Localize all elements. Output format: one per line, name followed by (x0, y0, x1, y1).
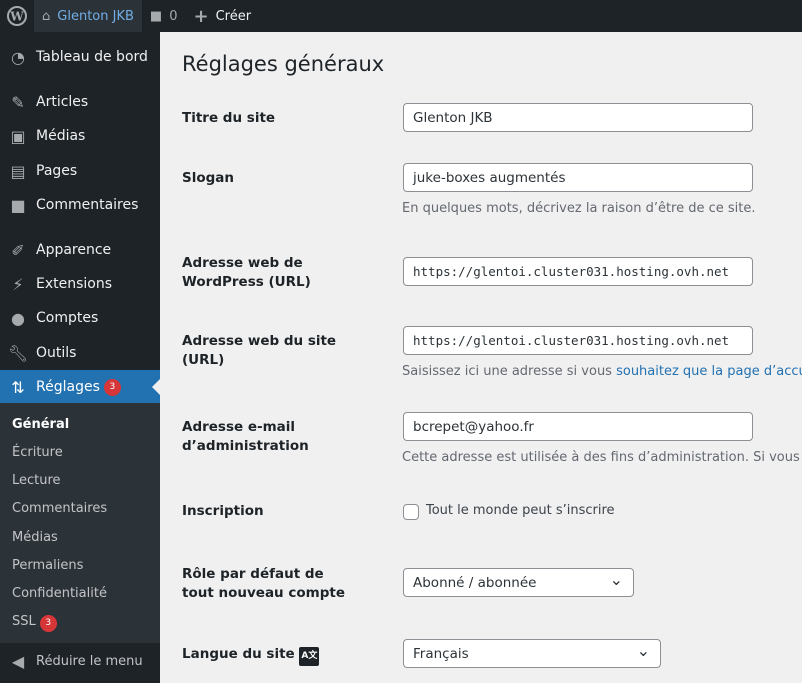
admin-sidebar: ◔ Tableau de bord ✎ Articles ▣ Médias ▤ Page… (0, 32, 160, 683)
page-title: Réglages généraux (182, 52, 385, 76)
admin-bar: W ⌂ Glenton JKB ■ 0 + Créer (0, 0, 802, 32)
site-url-help-link[interactable]: souhaitez que la page d’accueil d (616, 364, 802, 379)
new-content-link[interactable]: + Créer (185, 0, 259, 32)
menu-settings[interactable]: ⇅ Réglages 3 (0, 370, 160, 404)
submenu-general[interactable]: Général (12, 417, 69, 432)
comments-link[interactable]: ■ 0 (142, 0, 186, 32)
admin-email-input[interactable]: bcrepet@yahoo.fr (403, 412, 753, 441)
pin-icon: ✎ (11, 92, 25, 112)
submenu-ssl[interactable]: SSL 3 (12, 614, 57, 632)
submenu-reading[interactable]: Lecture (12, 473, 61, 488)
site-title-label: Titre du site (182, 110, 276, 126)
user-icon: ● (11, 308, 25, 328)
settings-form: Réglages généraux Titre du site Glenton … (160, 32, 802, 683)
plugin-icon: ⚡ (12, 274, 24, 294)
settings-icon: ⇅ (11, 377, 25, 397)
ssl-badge: 3 (39, 615, 57, 632)
membership-label: Inscription (182, 503, 264, 519)
menu-appearance[interactable]: ✐ Apparence (0, 233, 160, 267)
tagline-description: En quelques mots, décrivez la raison d’ê… (402, 201, 756, 216)
admin-email-description: Cette adresse est utilisée à des fins d’… (402, 450, 802, 465)
menu-plugins[interactable]: ⚡ Extensions (0, 267, 160, 301)
site-title-input[interactable]: Glenton JKB (403, 103, 753, 132)
site-url-label: Adresse web du site (URL) (182, 333, 337, 368)
submenu-writing[interactable]: Écriture (12, 445, 63, 460)
default-role-select[interactable]: Abonné / abonnée (403, 568, 634, 597)
wordpress-logo-icon[interactable]: W (0, 0, 34, 32)
submenu-discussion[interactable]: Commentaires (12, 501, 107, 516)
dashboard-icon: ◔ (11, 47, 25, 67)
settings-badge: 3 (103, 378, 121, 396)
site-url-input[interactable]: https://glentoi.cluster031.hosting.ovh.n… (403, 326, 753, 355)
collapse-menu-button[interactable]: ◀ Réduire le menu (0, 644, 160, 678)
collapse-arrow-icon: ◀ (11, 651, 25, 671)
submenu-media[interactable]: Médias (12, 530, 58, 545)
admin-email-label: Adresse e-mail d’administration (182, 419, 309, 454)
menu-posts[interactable]: ✎ Articles (0, 85, 160, 119)
menu-dashboard[interactable]: ◔ Tableau de bord (0, 40, 160, 74)
site-language-label: Langue du site A文 (182, 645, 382, 666)
membership-checkbox-label[interactable]: Tout le monde peut s’inscrire (426, 503, 615, 518)
site-url-description: Saisissez ici une adresse si vous souhai… (402, 364, 802, 379)
pages-icon: ▤ (10, 161, 26, 181)
wrench-icon: 🔧︎ (7, 343, 29, 363)
brush-icon: ✐ (11, 240, 25, 260)
wp-url-label: Adresse web de WordPress (URL) (182, 255, 311, 290)
menu-tools[interactable]: 🔧︎ Outils (0, 336, 160, 370)
settings-submenu: Général Écriture Lecture Commentaires Mé… (0, 403, 160, 643)
menu-pages[interactable]: ▤ Pages (0, 154, 160, 188)
comments-icon: ■ (10, 195, 26, 215)
tagline-input[interactable]: juke-boxes augmentés (403, 163, 753, 192)
plus-icon: + (193, 5, 209, 27)
site-name-link[interactable]: ⌂ Glenton JKB (34, 0, 142, 32)
media-icon: ▣ (10, 126, 26, 146)
comment-icon: ■ (149, 8, 163, 24)
menu-comments[interactable]: ■ Commentaires (0, 188, 160, 222)
menu-users[interactable]: ● Comptes (0, 301, 160, 335)
tagline-label: Slogan (182, 170, 235, 186)
wp-url-input[interactable]: https://glentoi.cluster031.hosting.ovh.n… (403, 257, 753, 286)
menu-media[interactable]: ▣ Médias (0, 119, 160, 153)
default-role-label: Rôle par défaut de tout nouveau compte (182, 566, 345, 601)
submenu-permalinks[interactable]: Permaliens (12, 558, 83, 573)
submenu-privacy[interactable]: Confidentialité (12, 586, 107, 601)
svg-text:W: W (9, 10, 24, 24)
membership-checkbox[interactable] (403, 504, 419, 520)
home-icon: ⌂ (42, 8, 51, 24)
translation-icon: A文 (299, 647, 320, 666)
site-language-select[interactable]: Français (403, 639, 661, 668)
